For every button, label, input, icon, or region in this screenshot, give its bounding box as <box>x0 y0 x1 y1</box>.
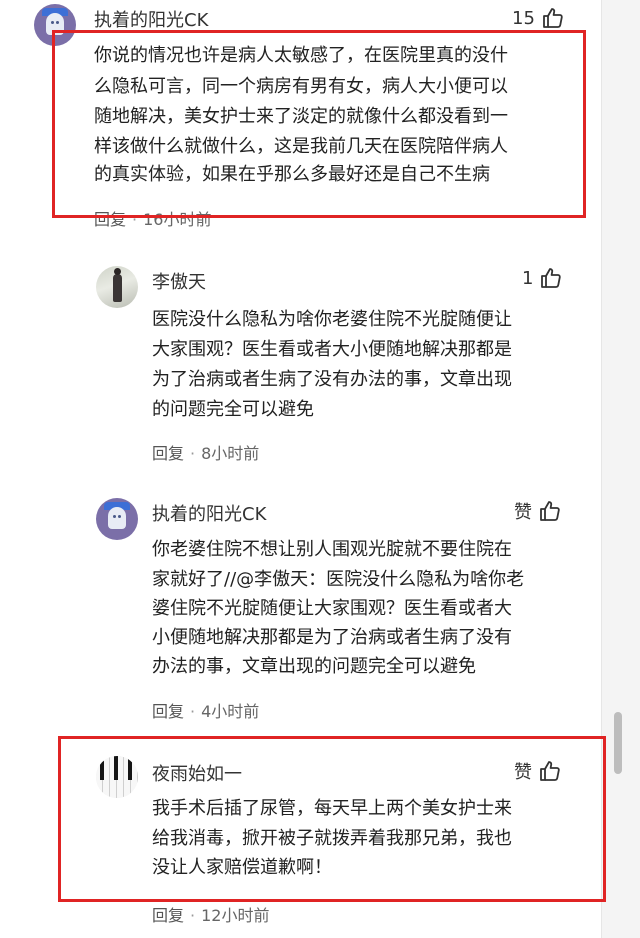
reply-link[interactable]: 回复 <box>152 444 184 463</box>
scrollbar-thumb[interactable] <box>614 712 622 774</box>
like-count: 赞 <box>514 762 532 783</box>
comment-3: 执着的阳光CK 赞 你老婆住院不想让别人围观光腚就不要住院在 家就好了//@李傲… <box>0 494 600 724</box>
comment-line: 为了治病或者生病了没有办法的事，文章出现 <box>152 369 512 390</box>
avatar[interactable] <box>34 4 76 46</box>
comment-1: 执着的阳光CK 15 你说的情况也许是病人太敏感了，在医院里真的没什 么隐私可言… <box>0 0 600 240</box>
like-button[interactable]: 赞 <box>514 758 562 784</box>
avatar[interactable] <box>96 266 138 308</box>
like-count: 15 <box>512 7 535 29</box>
username[interactable]: 执着的阳光CK <box>152 500 266 526</box>
timestamp: 16小时前 <box>143 210 212 229</box>
reply-link[interactable]: 回复 <box>152 702 184 721</box>
thumbs-up-icon <box>543 8 563 28</box>
comment-line: 给我消毒，掀开被子就拨弄着我那兄弟，我也 <box>152 828 512 849</box>
like-count: 赞 <box>514 502 532 523</box>
comment-line: 小便随地解决那都是为了治病或者生病了没有 <box>152 627 512 648</box>
comment-line: 么隐私可言，同一个病房有男有女，病人大小便可以 <box>94 76 508 97</box>
timestamp: 12小时前 <box>201 906 270 925</box>
timestamp: 8小时前 <box>201 444 260 463</box>
comment-4: 夜雨始如一 赞 我手术后插了尿管，每天早上两个美女护士来 给我消毒，掀开被子就拨… <box>0 756 600 938</box>
like-button[interactable]: 赞 <box>514 498 562 524</box>
comment-meta: 回复 · 12小时前 <box>152 906 270 925</box>
comment-meta: 回复 · 16小时前 <box>94 210 212 229</box>
comment-meta: 回复 · 8小时前 <box>152 444 260 463</box>
comment-line: 随地解决，美女护士来了淡定的就像什么都没看到一 <box>94 106 508 127</box>
comment-line: 家就好了//@李傲天：医院没什么隐私为啥你老 <box>152 569 525 590</box>
comment-line: 你说的情况也许是病人太敏感了，在医院里真的没什 <box>94 45 508 66</box>
reply-link[interactable]: 回复 <box>152 906 184 925</box>
like-button[interactable]: 15 <box>512 6 565 30</box>
timestamp: 4小时前 <box>201 702 260 721</box>
reply-link[interactable]: 回复 <box>94 210 126 229</box>
thumbs-up-icon <box>540 501 560 521</box>
comment-line: 办法的事，文章出现的问题完全可以避免 <box>152 656 476 677</box>
username[interactable]: 李傲天 <box>152 268 206 294</box>
username[interactable]: 执着的阳光CK <box>94 6 208 32</box>
thumbs-up-icon <box>540 761 560 781</box>
comment-meta: 回复 · 4小时前 <box>152 702 260 721</box>
comment-line: 婆住院不光腚随便让大家围观？医生看或者大 <box>152 598 512 619</box>
comment-line: 医院没什么隐私为啥你老婆住院不光腚随便让 <box>152 309 512 330</box>
comment-line: 大家围观？医生看或者大小便随地解决那都是 <box>152 339 512 360</box>
comment-line: 样该做什么就做什么，这是我前几天在医院陪伴病人 <box>94 136 508 157</box>
comment-line: 我手术后插了尿管，每天早上两个美女护士来 <box>152 798 512 819</box>
avatar[interactable] <box>96 756 138 798</box>
comment-line: 的真实体验，如果在乎那么多最好还是自己不生病 <box>94 164 490 185</box>
scrollbar-track[interactable] <box>601 0 640 938</box>
comment-line: 的问题完全可以避免 <box>152 399 314 420</box>
avatar[interactable] <box>96 498 138 540</box>
thumbs-up-icon <box>541 268 562 288</box>
comment-line: 没让人家赔偿道歉啊！ <box>152 857 332 878</box>
like-button[interactable]: 1 <box>522 266 563 290</box>
like-count: 1 <box>522 267 534 289</box>
comment-2: 李傲天 1 医院没什么隐私为啥你老婆住院不光腚随便让 大家围观？医生看或者大小便… <box>0 260 600 480</box>
comment-line: 你老婆住院不想让别人围观光腚就不要住院在 <box>152 539 512 560</box>
username[interactable]: 夜雨始如一 <box>152 760 242 786</box>
